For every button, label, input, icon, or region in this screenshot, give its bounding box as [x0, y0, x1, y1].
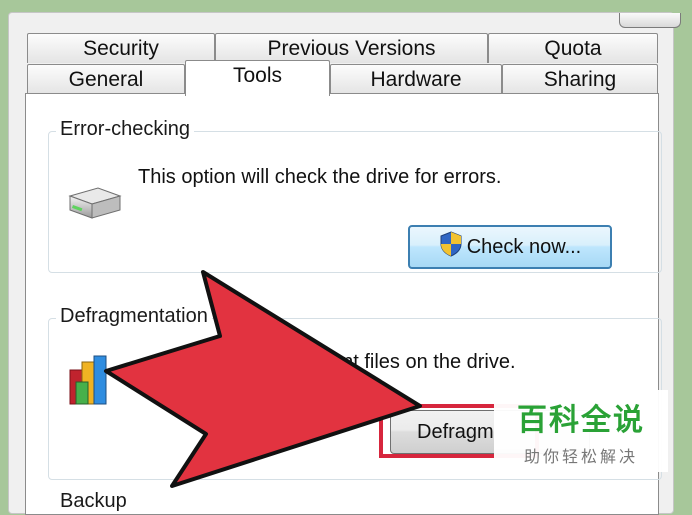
watermark-subtitle: 助你轻松解决 [523, 449, 638, 466]
defragmentation-legend: Defragmentation [56, 305, 212, 328]
tab-general[interactable]: General [27, 64, 185, 94]
watermark: 百科全说 助你轻松解决 [494, 390, 668, 472]
tab-quota[interactable]: Quota [488, 33, 658, 63]
check-now-button[interactable]: Check now... [408, 225, 612, 269]
check-now-label: Check now... [466, 235, 582, 258]
tab-tools[interactable]: Tools [185, 60, 330, 96]
watermark-title: 百科全说 [517, 404, 645, 437]
defragmentation-description: ent files on the drive. [331, 351, 516, 373]
backup-legend: Backup [56, 490, 131, 513]
tab-hardware[interactable]: Hardware [330, 64, 502, 94]
window-close-button[interactable] [619, 13, 681, 28]
tab-previous-versions[interactable]: Previous Versions [215, 33, 488, 63]
defrag-icon [66, 352, 114, 415]
error-checking-description: This option will check the drive for err… [138, 166, 502, 188]
error-checking-legend: Error-checking [56, 118, 195, 141]
tab-security[interactable]: Security [27, 33, 215, 63]
tab-sharing[interactable]: Sharing [502, 64, 658, 94]
drive-icon [64, 186, 124, 227]
uac-shield-icon [439, 231, 463, 263]
